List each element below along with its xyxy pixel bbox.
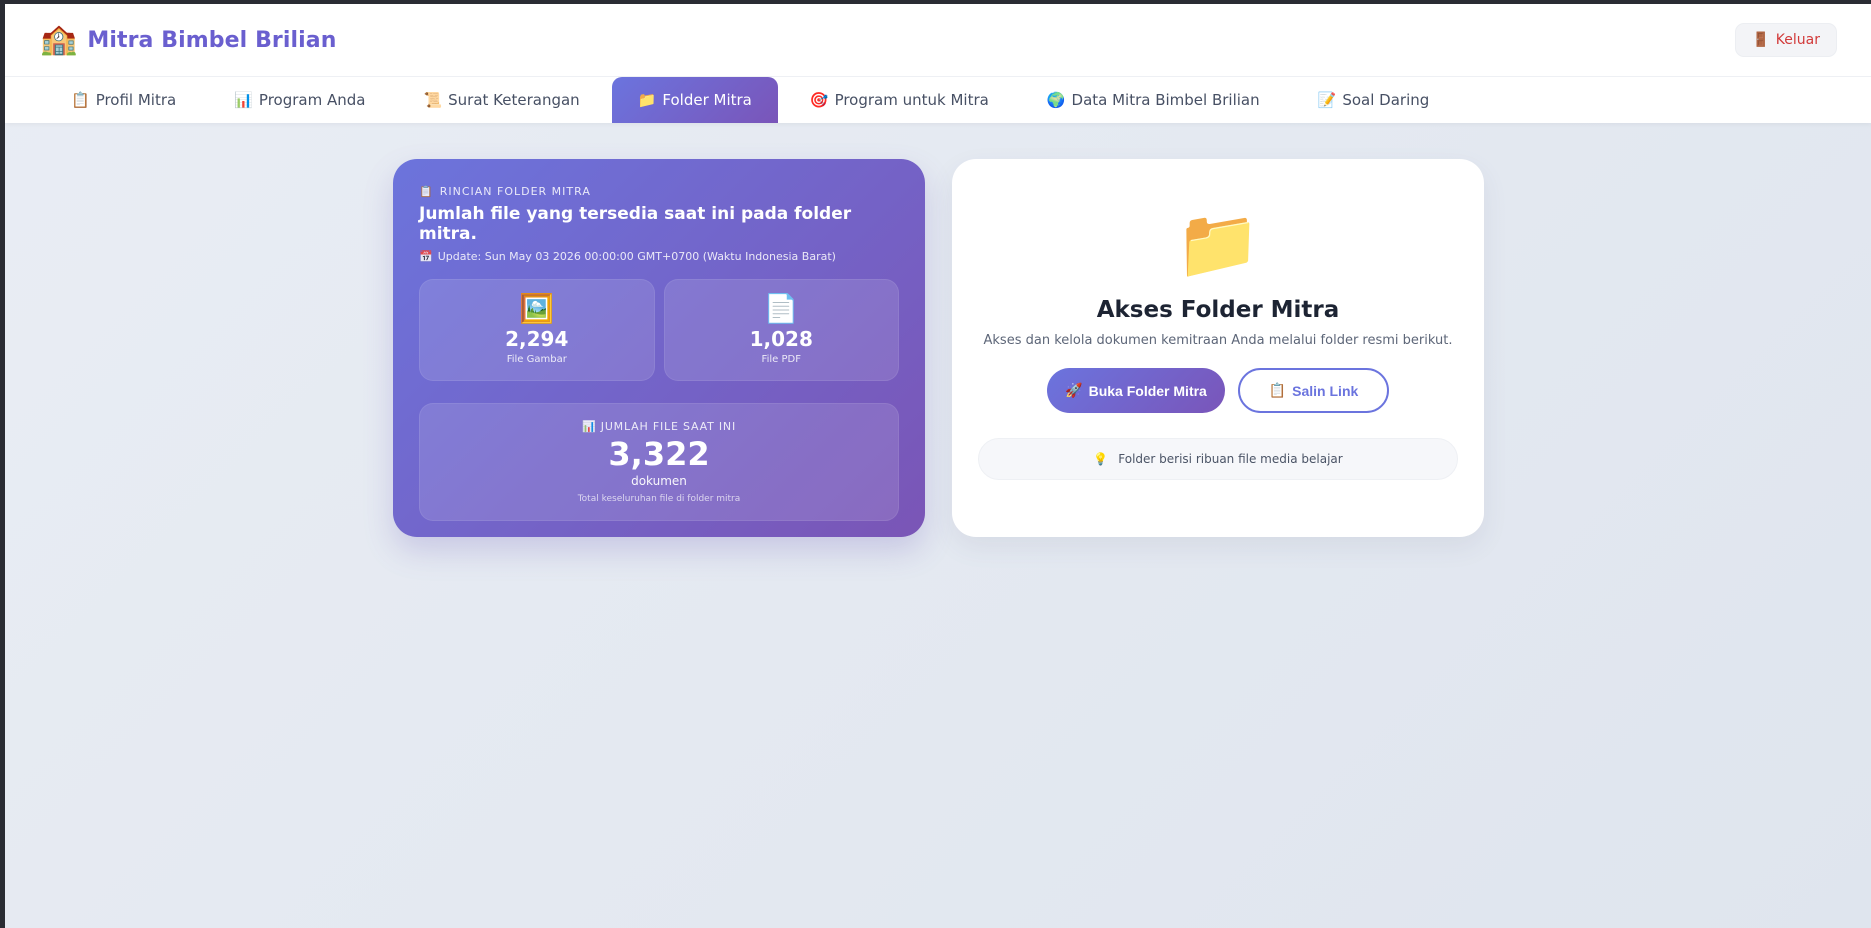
total-files-count: 3,322	[608, 435, 710, 474]
bar-chart-icon: 📊	[581, 420, 597, 434]
main-nav: 📋 Profil Mitra 📊 Program Anda 📜 Surat Ke…	[5, 77, 1871, 123]
school-icon: 🏫	[40, 22, 78, 57]
clipboard-icon: 📋	[419, 185, 434, 198]
tab-folder-mitra[interactable]: 📁 Folder Mitra	[611, 77, 778, 123]
tab-profil-mitra[interactable]: 📋 Profil Mitra	[45, 77, 202, 123]
folder-tip: 💡 Folder berisi ribuan file media belaja…	[978, 438, 1458, 480]
access-description: Akses dan kelola dokumen kemitraan Anda …	[983, 333, 1453, 348]
total-note: Total keseluruhan file di folder mitra	[577, 493, 741, 504]
calendar-icon: 📅	[419, 250, 433, 263]
file-type-stats: 🖼️ 2,294 File Gambar 📄 1,028 File PDF	[419, 279, 899, 381]
tab-label: Folder Mitra	[662, 91, 752, 109]
bar-chart-icon: 📊	[234, 91, 253, 109]
tab-label: Soal Daring	[1342, 91, 1430, 109]
copy-link-label: Salin Link	[1292, 382, 1359, 399]
total-eyebrow-text: JUMLAH FILE SAAT INI	[600, 420, 737, 434]
document-icon: 📄	[763, 292, 799, 325]
rocket-icon: 🚀	[1065, 382, 1083, 398]
image-files-stat: 🖼️ 2,294 File Gambar	[419, 279, 655, 381]
update-text: Update: Sun May 03 2026 00:00:00 GMT+070…	[437, 250, 836, 263]
total-eyebrow: 📊 JUMLAH FILE SAAT INI	[582, 420, 736, 433]
tab-data-mitra[interactable]: 🌍 Data Mitra Bimbel Brilian	[1021, 77, 1286, 123]
clipboard-icon: 📋	[71, 91, 90, 109]
light-bulb-icon: 💡	[1093, 452, 1109, 466]
folder-icon: 📁	[637, 91, 657, 109]
brand-name: Mitra Bimbel Brilian	[87, 27, 337, 53]
brand[interactable]: 🏫 Mitra Bimbel Brilian	[40, 25, 337, 55]
copy-link-button[interactable]: 📋 Salin Link	[1238, 368, 1389, 413]
scroll-icon: 📜	[423, 91, 443, 109]
folder-access-card: 📁 Akses Folder Mitra Akses dan kelola do…	[952, 159, 1484, 537]
app-window: 🏫 Mitra Bimbel Brilian 🚪 Keluar 📋 Profil…	[5, 4, 1871, 928]
tab-label: Surat Keterangan	[448, 91, 580, 109]
access-title: Akses Folder Mitra	[1096, 297, 1340, 323]
stats-update: 📅 Update: Sun May 03 2026 00:00:00 GMT+0…	[419, 250, 899, 263]
memo-icon: 📝	[1317, 91, 1337, 109]
open-folder-button[interactable]: 🚀 Buka Folder Mitra	[1047, 368, 1225, 413]
tab-label: Data Mitra Bimbel Brilian	[1071, 91, 1260, 109]
tip-text: Folder berisi ribuan file media belajar	[1118, 452, 1343, 466]
open-folder-label: Buka Folder Mitra	[1088, 382, 1207, 399]
access-actions: 🚀 Buka Folder Mitra 📋 Salin Link	[1047, 368, 1389, 413]
folder-icon: 📁	[1175, 205, 1261, 284]
stats-eyebrow-text: RINCIAN FOLDER MITRA	[439, 185, 591, 198]
framed-picture-icon: 🖼️	[519, 292, 555, 325]
pdf-files-stat: 📄 1,028 File PDF	[663, 279, 899, 381]
pdf-files-count: 1,028	[749, 327, 813, 351]
tab-surat-keterangan[interactable]: 📜 Surat Keterangan	[397, 77, 605, 123]
tab-soal-daring[interactable]: 📝 Soal Daring	[1292, 77, 1456, 123]
top-header: 🏫 Mitra Bimbel Brilian 🚪 Keluar	[5, 4, 1871, 77]
clipboard-icon: 📋	[1268, 382, 1287, 398]
logout-button[interactable]: 🚪 Keluar	[1735, 23, 1837, 57]
logout-label: Keluar	[1775, 32, 1820, 48]
tab-label: Profil Mitra	[95, 91, 177, 109]
tab-program-anda[interactable]: 📊 Program Anda	[208, 77, 391, 123]
door-icon: 🚪	[1752, 32, 1770, 48]
image-files-label: File Gambar	[506, 354, 567, 365]
total-files-stat: 📊 JUMLAH FILE SAAT INI 3,322 dokumen Tot…	[419, 403, 899, 521]
target-icon: 🎯	[809, 91, 829, 109]
tab-label: Program Anda	[258, 91, 366, 109]
tab-label: Program untuk Mitra	[834, 91, 989, 109]
tab-program-untuk-mitra[interactable]: 🎯 Program untuk Mitra	[784, 77, 1015, 123]
pdf-files-label: File PDF	[761, 354, 801, 365]
stats-eyebrow: 📋 RINCIAN FOLDER MITRA	[419, 185, 899, 198]
globe-icon: 🌍	[1046, 91, 1066, 109]
stats-title: Jumlah file yang tersedia saat ini pada …	[419, 204, 852, 244]
folder-stats-card: 📋 RINCIAN FOLDER MITRA Jumlah file yang …	[393, 159, 925, 537]
total-unit: dokumen	[631, 473, 687, 488]
image-files-count: 2,294	[505, 327, 569, 351]
